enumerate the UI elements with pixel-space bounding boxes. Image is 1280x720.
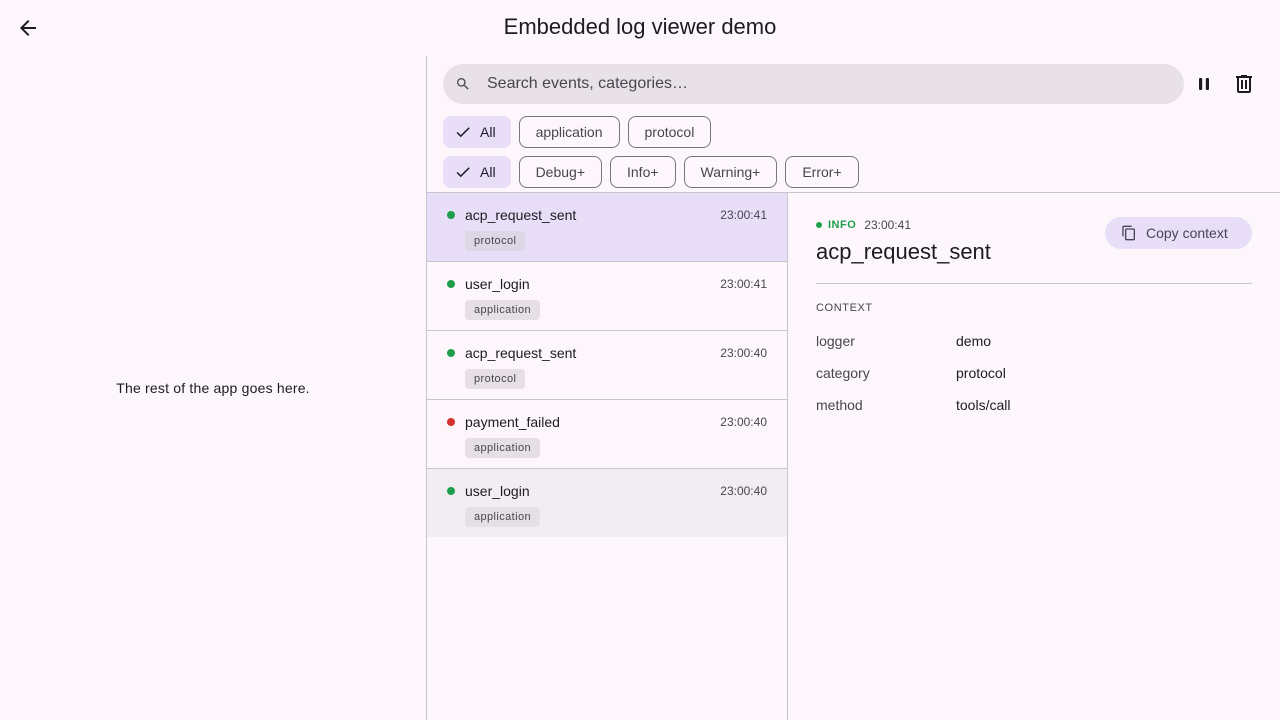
event-detail-panel: INFO 23:00:41 acp_request_sent Copy cont… [788,193,1280,720]
detail-level-line: INFO 23:00:41 [816,218,911,232]
pause-icon [1199,78,1209,90]
check-icon [454,123,472,141]
level-chip-debug[interactable]: Debug+ [518,156,602,188]
event-name: user_login [465,276,530,292]
app-bar: Embedded log viewer demo [0,0,1280,56]
category-chip-protocol[interactable]: protocol [627,116,712,148]
event-row[interactable]: acp_request_sent 23:00:41 protocol [427,193,787,262]
category-tag: application [465,438,540,458]
log-viewer: All application protocol All Debug+ Info… [427,56,1280,720]
copy-icon [1121,225,1137,241]
event-list: acp_request_sent 23:00:41 protocol user_… [427,193,787,720]
event-name: payment_failed [465,414,560,430]
category-tag: application [465,507,540,527]
host-app-area: The rest of the app goes here. [0,56,426,720]
event-time: 23:00:40 [720,346,767,360]
level-chip-all[interactable]: All [443,156,511,188]
level-chip-error[interactable]: Error+ [785,156,859,188]
event-time: 23:00:40 [720,484,767,498]
level-dot [447,280,455,288]
search-bar[interactable] [443,64,1184,104]
placeholder-text: The rest of the app goes here. [116,379,310,396]
context-value: tools/call [956,397,1011,413]
context-key: logger [816,333,855,349]
category-chip-application[interactable]: application [518,116,620,148]
page-title: Embedded log viewer demo [503,14,777,39]
pause-button[interactable] [1184,64,1224,104]
level-dot [447,349,455,357]
level-chip-info[interactable]: Info+ [610,156,676,188]
context-value: protocol [956,365,1006,381]
context-heading: CONTEXT [816,302,873,314]
level-dot [447,211,455,219]
context-row: category protocol [816,365,1006,381]
context-row: logger demo [816,333,991,349]
level-chip-warning[interactable]: Warning+ [683,156,778,188]
context-row: method tools/call [816,397,1010,413]
level-dot [447,487,455,495]
context-key: method [816,397,863,413]
copy-context-button[interactable]: Copy context [1105,217,1252,249]
level-dot [447,418,455,426]
context-key: category [816,365,870,381]
category-tag: application [465,300,540,320]
copy-context-label: Copy context [1146,225,1228,241]
category-chip-all[interactable]: All [443,116,511,148]
event-name: acp_request_sent [465,345,577,361]
search-input[interactable] [487,64,1167,104]
category-filter-row: All application protocol [443,116,712,148]
level-label: INFO [828,219,857,231]
event-row[interactable]: user_login 23:00:40 application [427,469,787,537]
category-tag: protocol [465,369,526,389]
event-row[interactable]: user_login 23:00:41 application [427,262,787,331]
event-time: 23:00:40 [720,415,767,429]
check-icon [454,163,472,181]
event-name: acp_request_sent [465,207,577,223]
event-row[interactable]: payment_failed 23:00:40 application [427,400,787,469]
delete-icon [1236,75,1252,93]
context-value: demo [956,333,992,349]
detail-divider [816,283,1252,284]
search-icon [443,64,483,104]
level-dot [816,222,822,228]
detail-title: acp_request_sent [816,239,991,264]
event-time: 23:00:41 [720,208,767,222]
event-time: 23:00:41 [720,277,767,291]
category-tag: protocol [465,231,526,251]
event-row[interactable]: acp_request_sent 23:00:40 protocol [427,331,787,400]
detail-time: 23:00:41 [864,218,911,232]
clear-logs-button[interactable] [1224,64,1264,104]
event-name: user_login [465,483,530,499]
level-filter-row: All Debug+ Info+ Warning+ Error+ [443,156,859,188]
